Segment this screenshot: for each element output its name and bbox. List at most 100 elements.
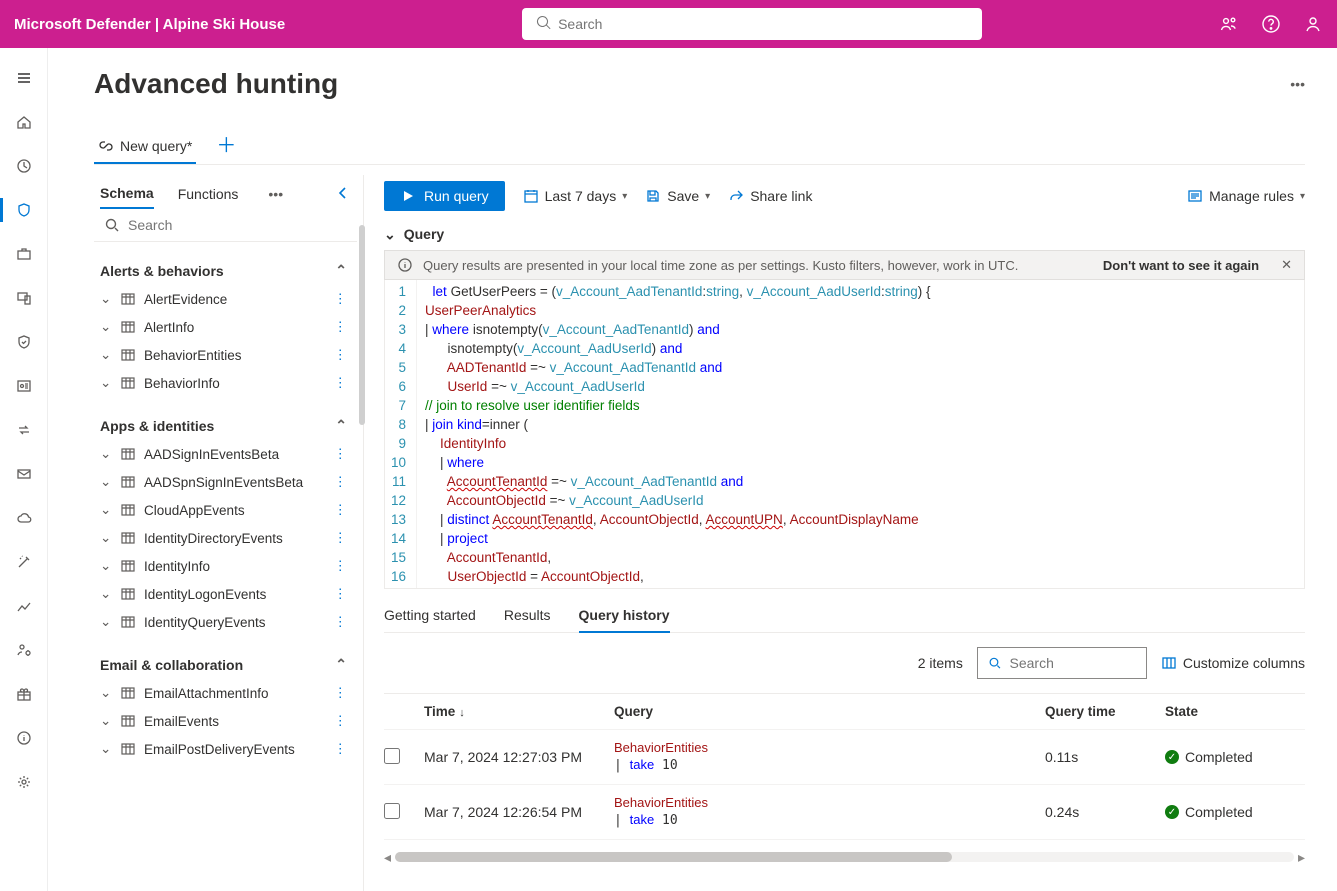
query-editor[interactable]: 12345678910111213141516 let GetUserPeers… [384,280,1305,589]
nav-clock[interactable] [0,146,48,186]
nav-gift[interactable] [0,674,48,714]
query-tab-label: New query* [120,138,192,154]
run-query-button[interactable]: Run query [384,181,505,211]
nav-user-gear[interactable] [0,630,48,670]
nav-contact[interactable] [0,366,48,406]
nav-cloud[interactable] [0,498,48,538]
schema-table-item[interactable]: ⌄ IdentityDirectoryEvents ⋮ [94,524,353,552]
nav-mail[interactable] [0,454,48,494]
col-state[interactable]: State [1165,704,1305,719]
table-icon [120,291,136,307]
schema-table-item[interactable]: ⌄ IdentityQueryEvents ⋮ [94,608,353,636]
schema-table-item[interactable]: ⌄ AADSignInEventsBeta ⋮ [94,440,353,468]
nav-shield[interactable] [0,190,48,230]
query-history-tab[interactable]: Query history [579,599,670,633]
nav-wand[interactable] [0,542,48,582]
nav-info[interactable] [0,718,48,758]
results-tab[interactable]: Results [504,599,551,632]
row-checkbox[interactable] [384,748,400,764]
nav-rail [0,48,48,891]
schema-group-header[interactable]: Apps & identities⌃ [94,407,353,440]
schema-table-item[interactable]: ⌄ AlertInfo ⋮ [94,313,353,341]
customize-columns-button[interactable]: Customize columns [1161,655,1305,671]
schema-search[interactable] [94,209,357,242]
editor-gutter: 12345678910111213141516 [385,280,417,588]
nav-reports[interactable] [0,586,48,626]
schema-table-item[interactable]: ⌄ EmailAttachmentInfo ⋮ [94,679,353,707]
nav-secure[interactable] [0,322,48,362]
row-checkbox[interactable] [384,803,400,819]
table-more-icon[interactable]: ⋮ [334,446,348,462]
share-link-button[interactable]: Share link [728,188,812,204]
schema-table-item[interactable]: ⌄ EmailEvents ⋮ [94,707,353,735]
table-more-icon[interactable]: ⋮ [334,558,348,574]
global-search-input[interactable] [522,8,982,40]
notice-dismiss-link[interactable]: Don't want to see it again [1103,258,1259,273]
chevron-down-icon: ▾ [705,191,710,202]
history-search-input[interactable] [1010,655,1136,671]
schema-table-item[interactable]: ⌄ AlertEvidence ⋮ [94,285,353,313]
table-more-icon[interactable]: ⋮ [334,474,348,490]
page-title: Advanced hunting [94,68,338,100]
brand-title: Microsoft Defender | Alpine Ski House [14,16,285,33]
account-icon[interactable] [1303,14,1323,34]
getting-started-tab[interactable]: Getting started [384,599,476,632]
schema-tab[interactable]: Schema [100,179,154,209]
time-range-dropdown[interactable]: Last 7 days ▾ [523,188,628,204]
table-more-icon[interactable]: ⋮ [334,375,348,391]
table-icon [120,614,136,630]
schema-group-header[interactable]: Alerts & behaviors⌃ [94,252,353,285]
table-icon [120,741,136,757]
query-section-header[interactable]: ⌃ Query [384,217,1305,250]
history-row[interactable]: Mar 7, 2024 12:26:54 PM BehaviorEntities… [384,785,1305,840]
schema-search-input[interactable] [128,217,347,233]
col-query[interactable]: Query [614,704,1045,719]
nav-briefcase[interactable] [0,234,48,274]
table-more-icon[interactable]: ⋮ [334,530,348,546]
nav-settings[interactable] [0,762,48,802]
table-more-icon[interactable]: ⋮ [334,586,348,602]
save-button[interactable]: Save ▾ [645,188,710,204]
table-more-icon[interactable]: ⋮ [334,713,348,729]
table-more-icon[interactable]: ⋮ [334,319,348,335]
editor-code[interactable]: let GetUserPeers = (v_Account_AadTenantI… [417,280,1304,588]
page-more[interactable]: ••• [1290,76,1305,92]
schema-table-item[interactable]: ⌄ EmailPostDeliveryEvents ⋮ [94,735,353,763]
table-more-icon[interactable]: ⋮ [334,347,348,363]
functions-tab[interactable]: Functions [178,180,239,208]
nav-devices[interactable] [0,278,48,318]
history-search[interactable] [977,647,1147,679]
schema-table-item[interactable]: ⌄ AADSpnSignInEventsBeta ⋮ [94,468,353,496]
table-more-icon[interactable]: ⋮ [334,291,348,307]
col-time[interactable]: Time↓ [424,704,614,719]
schema-table-item[interactable]: ⌄ BehaviorInfo ⋮ [94,369,353,397]
table-more-icon[interactable]: ⋮ [334,614,348,630]
people-icon[interactable] [1219,14,1239,34]
history-row[interactable]: Mar 7, 2024 12:27:03 PM BehaviorEntities… [384,730,1305,785]
schema-table-item[interactable]: ⌄ IdentityLogonEvents ⋮ [94,580,353,608]
collapse-panel-button[interactable] [335,185,351,204]
add-query-tab[interactable]: ＋ [212,128,240,164]
help-icon[interactable] [1261,14,1281,34]
table-more-icon[interactable]: ⋮ [334,502,348,518]
table-more-icon[interactable]: ⋮ [334,685,348,701]
schema-scrollbar[interactable] [359,225,365,425]
manage-rules-button[interactable]: Manage rules ▾ [1187,188,1305,204]
notice-close-button[interactable]: ✕ [1281,257,1292,273]
horizontal-scrollbar[interactable]: ◂ ▸ [384,850,1305,864]
top-bar: Microsoft Defender | Alpine Ski House [0,0,1337,48]
query-tab-new[interactable]: New query* [94,130,196,164]
hamburger-button[interactable] [0,58,48,98]
schema-group-header[interactable]: Email & collaboration⌃ [94,646,353,679]
table-icon [120,558,136,574]
schema-table-item[interactable]: ⌄ CloudAppEvents ⋮ [94,496,353,524]
schema-tabs-more[interactable]: ••• [268,186,283,202]
chevron-down-icon: ▾ [622,191,627,202]
schema-table-item[interactable]: ⌄ IdentityInfo ⋮ [94,552,353,580]
timezone-notice: Query results are presented in your loca… [384,250,1305,280]
nav-home[interactable] [0,102,48,142]
table-more-icon[interactable]: ⋮ [334,741,348,757]
schema-table-item[interactable]: ⌄ BehaviorEntities ⋮ [94,341,353,369]
col-query-time[interactable]: Query time [1045,704,1165,719]
nav-exchange[interactable] [0,410,48,450]
